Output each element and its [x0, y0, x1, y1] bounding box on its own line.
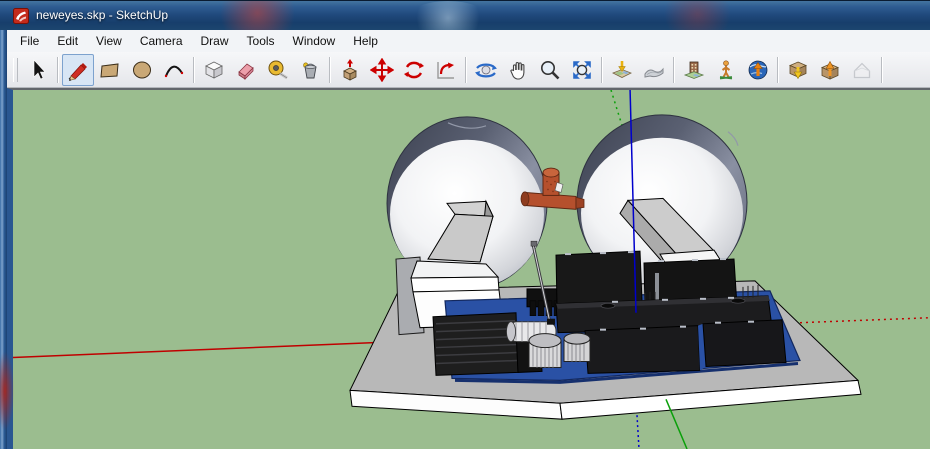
terrain-sheet-icon [642, 58, 666, 82]
zoom-tool-button[interactable] [534, 54, 566, 86]
menu-bar: File Edit View Camera Draw Tools Window … [7, 30, 930, 53]
menu-edit[interactable]: Edit [48, 31, 87, 52]
paint-bucket-button[interactable] [294, 54, 326, 86]
globe-up-arrow-icon [746, 58, 770, 82]
crate-up-arrow-icon [818, 58, 842, 82]
tape-measure-button[interactable] [262, 54, 294, 86]
viewport-canvas[interactable] [7, 88, 930, 449]
share-component-button[interactable] [846, 54, 878, 86]
toolbar-separator [777, 57, 779, 83]
component-box-icon [202, 58, 226, 82]
rectangle-tool-button[interactable] [94, 54, 126, 86]
photo-textures-button[interactable] [678, 54, 710, 86]
eraser-icon [234, 58, 258, 82]
pan-tool-button[interactable] [502, 54, 534, 86]
paint-bucket-icon [298, 58, 322, 82]
push-pull-icon [338, 58, 362, 82]
rotate-arrows-icon [402, 58, 426, 82]
window-title: neweyes.skp - SketchUp [36, 8, 168, 22]
toolbar-grip[interactable] [13, 58, 18, 82]
person-figure-icon [714, 58, 738, 82]
toolbar-separator [57, 57, 59, 83]
line-tool-button[interactable] [62, 54, 94, 86]
title-bar[interactable]: neweyes.skp - SketchUp [0, 0, 930, 30]
menu-help[interactable]: Help [344, 31, 387, 52]
pencil-icon [66, 58, 90, 82]
select-arrow-icon [26, 58, 50, 82]
push-pull-button[interactable] [334, 54, 366, 86]
menu-view[interactable]: View [87, 31, 131, 52]
move-arrows-icon [370, 58, 394, 82]
sketchup-logo-icon [13, 8, 29, 24]
menu-camera[interactable]: Camera [131, 31, 192, 52]
titlebar-glass-reflection [408, 1, 488, 30]
toggle-terrain-button[interactable] [638, 54, 670, 86]
sketchup-window: neweyes.skp - SketchUp File Edit View Ca… [0, 0, 930, 449]
google-earth-button[interactable] [742, 54, 774, 86]
crate-down-arrow-icon [786, 58, 810, 82]
toolbar-separator [193, 57, 195, 83]
menu-draw[interactable]: Draw [192, 31, 238, 52]
toolbar-separator [601, 57, 603, 83]
get-models-button[interactable] [782, 54, 814, 86]
add-location-button[interactable] [606, 54, 638, 86]
hand-icon [506, 58, 530, 82]
building-icon [682, 58, 706, 82]
orbit-tool-button[interactable] [470, 54, 502, 86]
titlebar-glass-reflection [210, 0, 305, 30]
toolbar-separator [465, 57, 467, 83]
make-component-button[interactable] [198, 54, 230, 86]
toolbar-separator [673, 57, 675, 83]
magnifier-extents-icon [570, 58, 594, 82]
menu-file[interactable]: File [11, 31, 48, 52]
zoom-extents-button[interactable] [566, 54, 598, 86]
toolbar-separator [881, 57, 883, 83]
menu-tools[interactable]: Tools [238, 31, 284, 52]
orbit-icon [474, 58, 498, 82]
circle-icon [130, 58, 154, 82]
magnifier-icon [538, 58, 562, 82]
share-model-button[interactable] [814, 54, 846, 86]
tape-measure-icon [266, 58, 290, 82]
rotate-tool-button[interactable] [398, 54, 430, 86]
map-down-arrow-icon [610, 58, 634, 82]
arc-tool-button[interactable] [158, 54, 190, 86]
house-outline-icon [850, 58, 874, 82]
eraser-tool-button[interactable] [230, 54, 262, 86]
titlebar-glass-reflection [655, 0, 740, 30]
position-camera-button[interactable] [710, 54, 742, 86]
circle-tool-button[interactable] [126, 54, 158, 86]
move-tool-button[interactable] [366, 54, 398, 86]
select-tool-button[interactable] [22, 54, 54, 86]
window-border-left [0, 30, 7, 449]
menu-window[interactable]: Window [284, 31, 345, 52]
offset-arc-icon [434, 58, 458, 82]
toolbar-separator [329, 57, 331, 83]
arc-icon [162, 58, 186, 82]
toolbar [7, 52, 930, 88]
rectangle-icon [98, 58, 122, 82]
offset-tool-button[interactable] [430, 54, 462, 86]
